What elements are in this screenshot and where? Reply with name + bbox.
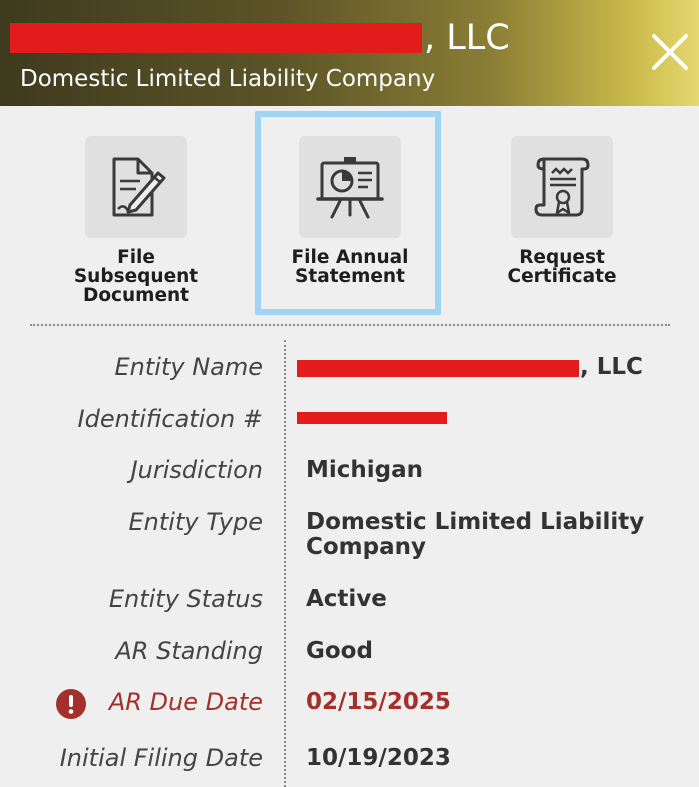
entity-type-value-line2: Company xyxy=(306,534,426,560)
jurisdiction-value: Michigan xyxy=(306,457,424,483)
close-icon xyxy=(652,34,688,70)
column-divider xyxy=(284,340,286,787)
ar-due-date-label: AR Due Date xyxy=(108,688,263,716)
redacted-entity-name-value xyxy=(297,360,579,377)
entity-type-value-line1: Domestic Limited Liability xyxy=(306,509,645,535)
certificate-scroll-icon xyxy=(534,157,590,217)
ar-standing-value: Good xyxy=(306,638,373,664)
file-subsequent-document-tile xyxy=(85,136,187,238)
selected-action-highlight xyxy=(255,111,441,315)
ar-due-date-value: 02/15/2025 xyxy=(306,689,451,715)
request-certificate-label: Request Certificate xyxy=(507,247,617,287)
entity-status-value: Active xyxy=(306,586,387,612)
ar-standing-label: AR Standing xyxy=(115,637,263,665)
redacted-identification-value xyxy=(297,412,447,424)
divider xyxy=(30,324,670,326)
request-certificate-button[interactable]: Request Certificate xyxy=(455,106,669,320)
entity-status-label: Entity Status xyxy=(108,585,263,613)
file-subsequent-document-label: File Subsequent Document xyxy=(73,247,199,306)
entity-type-label: Entity Type xyxy=(128,508,263,536)
exclamation-circle-icon xyxy=(56,689,86,719)
entity-name-suffix: , LLC xyxy=(580,354,643,380)
close-button[interactable] xyxy=(648,30,692,74)
file-subsequent-document-button[interactable]: File Subsequent Document xyxy=(29,106,243,320)
redacted-entity-name xyxy=(10,23,422,53)
initial-filing-date-value: 10/19/2023 xyxy=(306,745,451,771)
request-certificate-tile xyxy=(511,136,613,238)
jurisdiction-label: Jurisdiction xyxy=(130,456,263,484)
action-bar: File Subsequent Document File Annual Sta… xyxy=(0,106,699,320)
entity-header: , LLC Domestic Limited Liability Company xyxy=(0,0,699,106)
entity-title: , LLC xyxy=(10,16,510,60)
identification-label: Identification # xyxy=(77,405,263,433)
entity-title-suffix: , LLC xyxy=(424,18,510,58)
entity-subtitle: Domestic Limited Liability Company xyxy=(20,66,436,92)
document-edit-icon xyxy=(112,157,166,217)
initial-filing-date-label: Initial Filing Date xyxy=(59,744,263,772)
entity-name-label: Entity Name xyxy=(114,353,264,381)
